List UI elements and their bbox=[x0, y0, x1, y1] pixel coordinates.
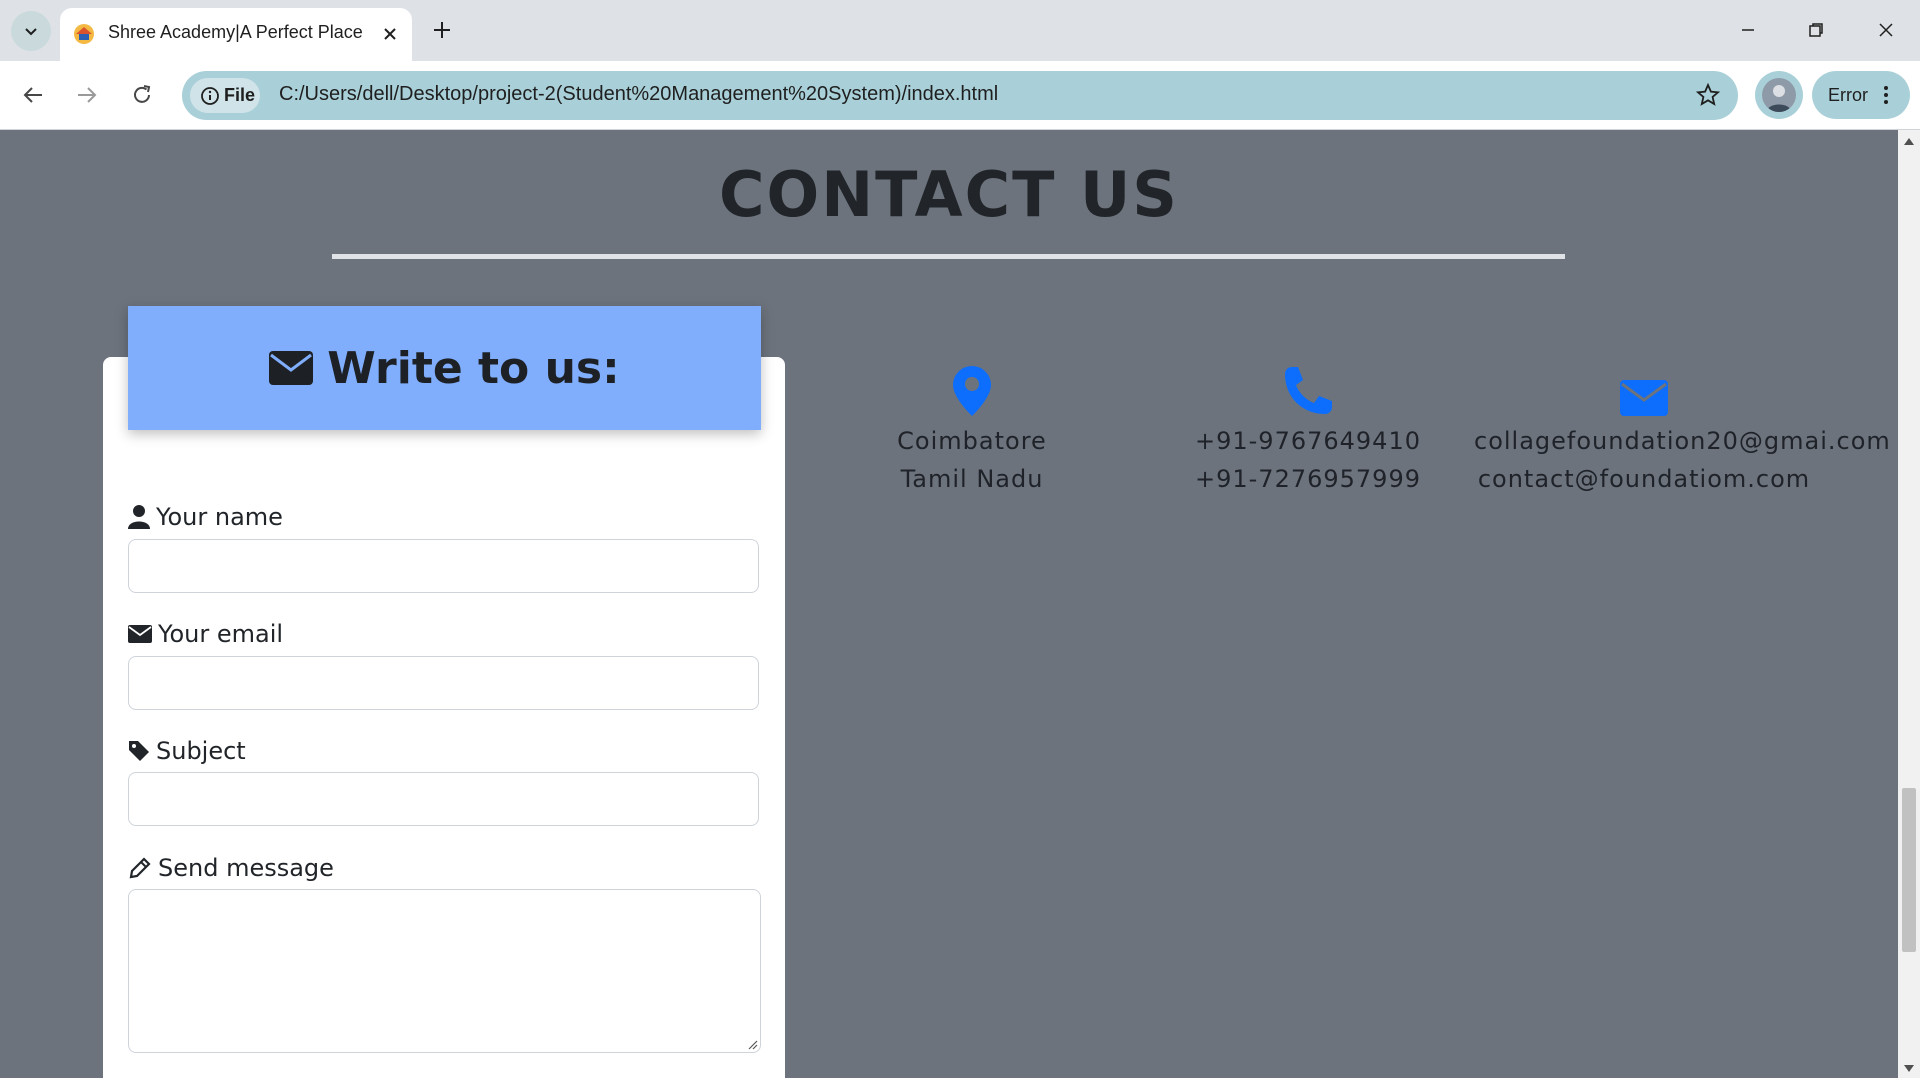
minimize-button[interactable] bbox=[1720, 6, 1776, 54]
tab-search-button[interactable] bbox=[11, 11, 51, 51]
tab-title: Shree Academy|A Perfect Place bbox=[108, 22, 363, 42]
arrow-left-icon bbox=[23, 87, 42, 103]
name-input[interactable] bbox=[128, 539, 759, 593]
page-title: CONTACT US bbox=[719, 158, 1179, 231]
subject-input[interactable] bbox=[128, 772, 759, 826]
message-textarea[interactable] bbox=[128, 889, 761, 1053]
url-text[interactable]: C:/Users/dell/Desktop/project-2(Student%… bbox=[279, 83, 998, 106]
restore-button[interactable] bbox=[1788, 6, 1844, 54]
form-header: Write to us: bbox=[128, 306, 761, 430]
forward-button[interactable] bbox=[67, 75, 107, 115]
resize-handle-icon[interactable] bbox=[746, 1038, 758, 1050]
restore-icon bbox=[1809, 23, 1823, 37]
map-pin-icon bbox=[953, 366, 991, 416]
tag-icon bbox=[129, 741, 149, 761]
location-line-2: Tamil Nadu bbox=[900, 465, 1044, 493]
subject-label: Subject bbox=[128, 737, 246, 765]
error-label: Error bbox=[1828, 84, 1868, 105]
info-icon bbox=[201, 86, 219, 105]
email-line-1[interactable]: collagefoundation20@gmai.com bbox=[1474, 422, 1890, 460]
pencil-icon bbox=[129, 857, 151, 879]
avatar-image bbox=[1762, 78, 1796, 112]
profile-avatar[interactable] bbox=[1755, 71, 1803, 119]
minimize-icon bbox=[1742, 29, 1754, 31]
scroll-up-arrow-icon[interactable] bbox=[1904, 138, 1914, 145]
name-label-text: Your name bbox=[156, 503, 283, 531]
scroll-down-arrow-icon[interactable] bbox=[1904, 1065, 1914, 1072]
reload-icon bbox=[134, 85, 151, 103]
bookmark-star-icon[interactable] bbox=[1696, 83, 1720, 107]
phone-line-2: +91-7276957999 bbox=[1194, 465, 1421, 493]
email-label: Your email bbox=[128, 620, 283, 648]
message-label-text: Send message bbox=[158, 854, 334, 882]
site-info-chip[interactable]: File bbox=[190, 78, 260, 113]
close-tab-button[interactable] bbox=[378, 22, 402, 46]
email-info: collagefoundation20@gmai.com contact@fou… bbox=[1474, 360, 1890, 498]
active-tab[interactable]: Shree Academy|A Perfect Place bbox=[60, 8, 412, 61]
address-bar[interactable]: File C:/Users/dell/Desktop/project-2(Stu… bbox=[182, 71, 1738, 120]
location-line-1: Coimbatore bbox=[897, 427, 1047, 455]
person-icon bbox=[1767, 85, 1791, 112]
error-menu-button[interactable]: Error bbox=[1812, 71, 1910, 119]
form-header-title: Write to us: bbox=[327, 342, 620, 394]
email-line-2[interactable]: contact@foundatiom.com bbox=[1474, 460, 1814, 498]
scroll-thumb[interactable] bbox=[1902, 788, 1916, 952]
browser-toolbar: File C:/Users/dell/Desktop/project-2(Stu… bbox=[0, 61, 1920, 130]
plus-icon bbox=[434, 22, 450, 38]
location-info: Coimbatore Tamil Nadu bbox=[872, 360, 1072, 498]
close-window-button[interactable] bbox=[1858, 6, 1914, 54]
file-chip-label: File bbox=[224, 85, 256, 105]
phone-icon bbox=[1285, 367, 1332, 414]
close-icon bbox=[384, 28, 396, 40]
email-label-text: Your email bbox=[158, 620, 284, 648]
arrow-right-icon bbox=[78, 87, 97, 103]
envelope-icon bbox=[269, 351, 314, 385]
page-viewport: CONTACT US Write to us: Your name Your e… bbox=[0, 130, 1898, 1078]
name-label: Your name bbox=[128, 503, 283, 531]
subject-label-text: Subject bbox=[156, 737, 246, 765]
close-icon bbox=[1879, 23, 1893, 37]
heading-divider bbox=[332, 254, 1565, 259]
chevron-down-icon bbox=[25, 28, 37, 36]
back-button[interactable] bbox=[13, 75, 53, 115]
more-vertical-icon bbox=[1884, 86, 1888, 104]
envelope-icon bbox=[1620, 380, 1668, 416]
new-tab-button[interactable] bbox=[424, 12, 460, 48]
user-icon bbox=[128, 505, 150, 529]
phone-line-1: +91-9767649410 bbox=[1194, 427, 1421, 455]
message-label: Send message bbox=[128, 854, 334, 882]
reload-button[interactable] bbox=[122, 75, 162, 115]
browser-tab-bar: Shree Academy|A Perfect Place bbox=[0, 0, 1920, 61]
page-scrollbar[interactable] bbox=[1898, 130, 1920, 1078]
academy-logo-icon bbox=[74, 24, 94, 44]
email-input[interactable] bbox=[128, 656, 759, 710]
envelope-icon bbox=[128, 625, 152, 643]
phone-info: +91-9767649410 +91-7276957999 bbox=[1188, 360, 1428, 498]
